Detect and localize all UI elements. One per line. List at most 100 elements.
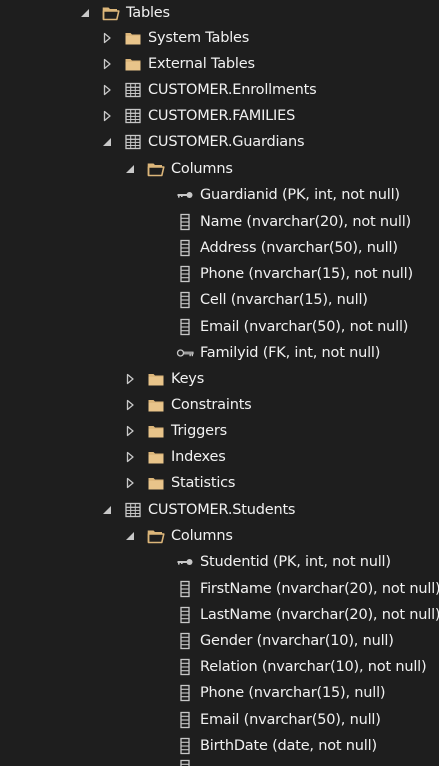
column-icon (176, 711, 194, 729)
column-icon (176, 632, 194, 650)
column-label: Studentid (PK, int, not null) (200, 554, 391, 570)
column-label: Phone (nvarchar(15), null) (200, 685, 386, 701)
collapsed-arrow-icon[interactable] (100, 83, 114, 97)
folder-open-icon (147, 527, 165, 545)
folder-icon (147, 370, 165, 388)
column-item[interactable]: Phone (nvarchar(15), not null) (176, 261, 413, 287)
column-icon (176, 658, 194, 676)
column-label: Name (nvarchar(20), not null) (200, 214, 411, 230)
tree-node-label: Columns (171, 528, 233, 544)
tree-node-tables[interactable]: Tables (78, 0, 170, 26)
collapsed-arrow-icon[interactable] (100, 57, 114, 71)
folder-icon (124, 29, 142, 47)
column-item[interactable]: Relation (nvarchar(10), not null) (176, 654, 427, 680)
column-item[interactable]: Name (nvarchar(20), not null) (176, 209, 411, 235)
column-label: BirthDate (date, not null) (200, 738, 377, 754)
column-label: LastName (nvarchar(20), not null) (200, 607, 439, 623)
tree-node-table-enrollments[interactable]: CUSTOMER.Enrollments (100, 77, 317, 103)
tree-node-statistics[interactable]: Statistics (123, 470, 235, 496)
tree-node-label: CUSTOMER.FAMILIES (148, 108, 296, 124)
column-icon (176, 213, 194, 231)
tree-node-table-families[interactable]: CUSTOMER.FAMILIES (100, 103, 295, 129)
tree-node-label: CUSTOMER.Enrollments (148, 82, 317, 98)
column-icon (176, 759, 194, 766)
tree-node-label: CUSTOMER.Students (148, 502, 296, 518)
column-label: Email (nvarchar(50), null) (200, 712, 381, 728)
tree-node-triggers[interactable]: Triggers (123, 418, 227, 444)
column-icon (176, 606, 194, 624)
column-item-partial (176, 759, 200, 766)
folder-open-icon (147, 160, 165, 178)
primary-key-icon (176, 186, 194, 204)
collapsed-arrow-icon[interactable] (123, 398, 137, 412)
column-label: Email (nvarchar(50), not null) (200, 319, 409, 335)
folder-icon (147, 396, 165, 414)
tree-node-label: CUSTOMER.Guardians (148, 134, 305, 150)
folder-icon (147, 422, 165, 440)
folder-icon (124, 55, 142, 73)
column-item[interactable]: Studentid (PK, int, not null) (176, 549, 391, 575)
tree-node-constraints[interactable]: Constraints (123, 392, 252, 418)
tree-node-indexes[interactable]: Indexes (123, 444, 226, 470)
tree-node-guardians-columns[interactable]: Columns (123, 156, 233, 182)
column-item[interactable]: Email (nvarchar(50), null) (176, 707, 381, 733)
column-item[interactable]: BirthDate (date, not null) (176, 733, 377, 759)
column-label: Guardianid (PK, int, not null) (200, 187, 400, 203)
tree-node-label: Indexes (171, 449, 226, 465)
table-icon (124, 501, 142, 519)
column-item[interactable]: Familyid (FK, int, not null) (176, 340, 380, 366)
expanded-arrow-icon[interactable] (78, 6, 92, 20)
table-icon (124, 81, 142, 99)
tree-node-system-tables[interactable]: System Tables (100, 25, 249, 51)
column-item[interactable]: Cell (nvarchar(15), null) (176, 287, 368, 313)
column-icon (176, 239, 194, 257)
column-item[interactable]: FirstName (nvarchar(20), not null) (176, 576, 439, 602)
collapsed-arrow-icon[interactable] (123, 424, 137, 438)
expanded-arrow-icon[interactable] (123, 162, 137, 176)
column-label: Address (nvarchar(50), null) (200, 240, 398, 256)
primary-key-icon (176, 553, 194, 571)
folder-icon (147, 474, 165, 492)
column-item[interactable]: Email (nvarchar(50), not null) (176, 314, 408, 340)
collapsed-arrow-icon[interactable] (123, 476, 137, 490)
column-item[interactable]: LastName (nvarchar(20), not null) (176, 602, 439, 628)
expanded-arrow-icon[interactable] (100, 135, 114, 149)
column-label: Cell (nvarchar(15), null) (200, 292, 368, 308)
tree-node-external-tables[interactable]: External Tables (100, 51, 255, 77)
column-label: Gender (nvarchar(10), null) (200, 633, 394, 649)
tree-node-label: Columns (171, 161, 233, 177)
tree-node-label: Statistics (171, 475, 236, 491)
collapsed-arrow-icon[interactable] (100, 109, 114, 123)
tree-node-label: Triggers (171, 423, 227, 439)
tree-node-label: System Tables (148, 30, 250, 46)
column-icon (176, 737, 194, 755)
column-icon (176, 291, 194, 309)
collapsed-arrow-icon[interactable] (123, 450, 137, 464)
collapsed-arrow-icon[interactable] (123, 372, 137, 386)
folder-icon (147, 448, 165, 466)
tree-node-keys[interactable]: Keys (123, 366, 204, 392)
tree-node-students-columns[interactable]: Columns (123, 523, 233, 549)
column-item[interactable]: Gender (nvarchar(10), null) (176, 628, 394, 654)
expanded-arrow-icon[interactable] (123, 529, 137, 543)
tree-node-table-students[interactable]: CUSTOMER.Students (100, 497, 295, 523)
column-label: Relation (nvarchar(10), not null) (200, 659, 427, 675)
table-icon (124, 107, 142, 125)
column-icon (176, 580, 194, 598)
expanded-arrow-icon[interactable] (100, 503, 114, 517)
column-icon (176, 318, 194, 336)
column-icon (176, 265, 194, 283)
column-item[interactable]: Address (nvarchar(50), null) (176, 235, 398, 261)
column-label: FirstName (nvarchar(20), not null) (200, 581, 439, 597)
column-label: Phone (nvarchar(15), not null) (200, 266, 413, 282)
tree-node-table-guardians[interactable]: CUSTOMER.Guardians (100, 129, 305, 155)
tree-node-label: Keys (171, 371, 205, 387)
column-item[interactable]: Guardianid (PK, int, not null) (176, 182, 400, 208)
table-icon (124, 133, 142, 151)
tree-node-label: Tables (126, 5, 170, 21)
column-item[interactable]: Phone (nvarchar(15), null) (176, 680, 386, 706)
collapsed-arrow-icon[interactable] (100, 31, 114, 45)
tree-node-label: External Tables (148, 56, 255, 72)
column-label: Familyid (FK, int, not null) (200, 345, 381, 361)
folder-open-icon (102, 4, 120, 22)
